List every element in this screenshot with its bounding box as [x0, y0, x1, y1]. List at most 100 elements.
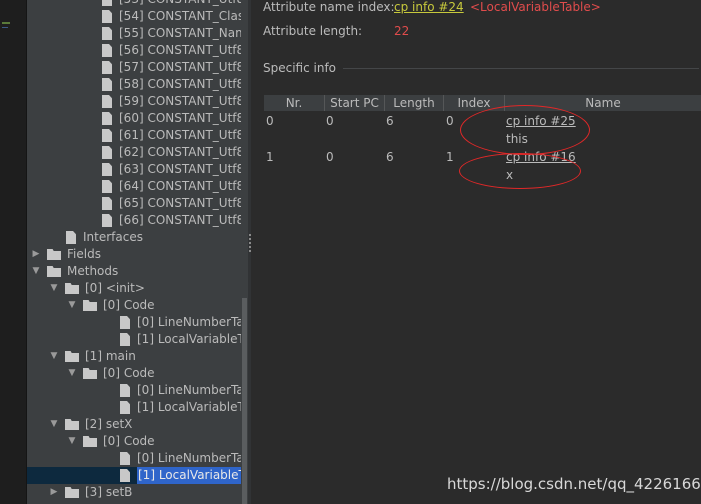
file-icon	[102, 95, 112, 108]
tree-node-label: Interfaces	[83, 230, 143, 244]
tree-node-item[interactable]: [55] CONSTANT_NameAndType_info	[27, 25, 241, 42]
tree-node-folder[interactable]: ▼ [1] main	[27, 348, 241, 365]
tree-node-item[interactable]: [1] LocalVariableTable	[27, 467, 241, 484]
tree-node-item[interactable]: [53] CONSTANT_Utf8_info	[27, 0, 241, 8]
file-icon	[102, 27, 112, 40]
tree-node-label: [0] Code	[103, 434, 155, 448]
tree-node-item[interactable]: [1] LocalVariableTable	[27, 331, 241, 348]
tree-node-item[interactable]: [59] CONSTANT_Utf8_info	[27, 93, 241, 110]
tree-node-label: [60] CONSTANT_Utf8_info	[119, 111, 241, 125]
tree-node-item[interactable]: [57] CONSTANT_Utf8_info	[27, 59, 241, 76]
tree-node-folder[interactable]: ▼ [0] <init>	[27, 280, 241, 297]
triangle-down-icon[interactable]: ▼	[31, 263, 41, 280]
triangle-right-icon[interactable]: ▶	[49, 484, 59, 501]
file-icon	[102, 197, 112, 210]
tree-scrollbar-thumb[interactable]	[242, 298, 247, 504]
folder-icon	[47, 266, 61, 277]
tree-node-label: [63] CONSTANT_Utf8_info	[119, 162, 241, 176]
file-icon	[102, 180, 112, 193]
gutter-marker	[2, 22, 10, 24]
folder-icon	[47, 249, 61, 260]
tree-node-item[interactable]: [64] CONSTANT_Utf8_info	[27, 178, 241, 195]
column-header-nr[interactable]: Nr.	[264, 95, 325, 111]
section-divider	[343, 68, 699, 69]
editor-gutter	[0, 0, 27, 504]
tree-node-folder[interactable]: ▼ [0] Code	[27, 433, 241, 450]
tree-node-label: [66] CONSTANT_Utf8_info	[119, 213, 241, 227]
cell-start-pc: 0	[326, 114, 334, 128]
attribute-name-index-label: Attribute name index:	[263, 0, 395, 14]
tree-node-item[interactable]: [0] LineNumberTable	[27, 314, 241, 331]
specific-info-title: Specific info	[263, 61, 337, 75]
file-icon	[102, 0, 112, 6]
column-header-length[interactable]: Length	[385, 95, 444, 111]
file-icon	[120, 384, 130, 397]
tree-node-item[interactable]: [63] CONSTANT_Utf8_info	[27, 161, 241, 178]
triangle-down-icon[interactable]: ▼	[67, 365, 77, 382]
folder-icon	[65, 487, 79, 498]
folder-icon	[83, 300, 97, 311]
tree-node-item[interactable]: [58] CONSTANT_Utf8_info	[27, 76, 241, 93]
tree-node-item[interactable]: [66] CONSTANT_Utf8_info	[27, 212, 241, 229]
triangle-down-icon[interactable]: ▼	[67, 297, 77, 314]
tree-node-item[interactable]: [0] LineNumberTable	[27, 382, 241, 399]
file-icon	[102, 214, 112, 227]
tree-scrollbar[interactable]	[241, 0, 248, 504]
file-icon	[66, 231, 76, 244]
file-icon	[102, 44, 112, 57]
tree-node-item[interactable]: [1] LocalVariableTable	[27, 399, 241, 416]
tree-node-label: Fields	[67, 247, 101, 261]
tree-node-folder[interactable]: ▼ [0] Code	[27, 297, 241, 314]
gutter-marker	[2, 27, 8, 28]
tree-node-item[interactable]: [54] CONSTANT_Class_info	[27, 8, 241, 25]
file-icon	[120, 452, 130, 465]
file-icon	[102, 129, 112, 142]
triangle-right-icon[interactable]: ▶	[31, 246, 41, 263]
folder-icon	[65, 419, 79, 430]
class-structure-tree: [53] CONSTANT_Utf8_info[54] CONSTANT_Cla…	[27, 0, 241, 504]
tree-node-label: [3] setB	[85, 485, 133, 499]
cell-length: 6	[386, 150, 394, 164]
tree-node-folder[interactable]: ▶ Fields	[27, 246, 241, 263]
tree-node-label: [56] CONSTANT_Utf8_info	[119, 43, 241, 57]
folder-icon	[83, 368, 97, 379]
tree-node-label: [0] Code	[103, 298, 155, 312]
file-icon	[120, 333, 130, 346]
tree-node-item[interactable]: [65] CONSTANT_Utf8_info	[27, 195, 241, 212]
tree-node-folder[interactable]: ▶ [3] setB	[27, 484, 241, 501]
tree-node-label: [59] CONSTANT_Utf8_info	[119, 94, 241, 108]
triangle-down-icon[interactable]: ▼	[49, 348, 59, 365]
tree-node-folder[interactable]: ▼ Methods	[27, 263, 241, 280]
attribute-length-label: Attribute length:	[263, 24, 363, 38]
attribute-detail-panel: Attribute name index: cp info #24 <Local…	[251, 0, 701, 504]
tree-node-item[interactable]: [0] LineNumberTable	[27, 450, 241, 467]
tree-node-label: [0] LineNumberTable	[137, 315, 241, 329]
tree-node-label: [57] CONSTANT_Utf8_info	[119, 60, 241, 74]
tree-node-label: [1] LocalVariableTable	[137, 332, 241, 346]
tree-node-label: [55] CONSTANT_NameAndType_info	[119, 26, 241, 40]
tree-node-label: [0] Code	[103, 366, 155, 380]
tree-node-label: [64] CONSTANT_Utf8_info	[119, 179, 241, 193]
file-icon	[120, 316, 130, 329]
tree-node-item[interactable]: [62] CONSTANT_Utf8_info	[27, 144, 241, 161]
triangle-down-icon[interactable]: ▼	[49, 416, 59, 433]
triangle-down-icon[interactable]: ▼	[67, 433, 77, 450]
tree-node-folder[interactable]: ▼ [0] Code	[27, 365, 241, 382]
watermark-url: https://blog.csdn.net/qq_42261668	[447, 475, 701, 493]
folder-icon	[65, 351, 79, 362]
cell-length: 6	[386, 114, 394, 128]
tree-node-item[interactable]: [60] CONSTANT_Utf8_info	[27, 110, 241, 127]
tree-node-label: [62] CONSTANT_Utf8_info	[119, 145, 241, 159]
attribute-name-index-link[interactable]: cp info #24	[394, 0, 464, 14]
column-header-start-pc[interactable]: Start PC	[325, 95, 385, 111]
file-icon	[102, 146, 112, 159]
tree-node-item[interactable]: [61] CONSTANT_Utf8_info	[27, 127, 241, 144]
triangle-down-icon[interactable]: ▼	[49, 280, 59, 297]
attribute-length-value: 22	[394, 24, 410, 38]
tree-node-label: [2] setX	[85, 417, 133, 431]
attribute-name-value: <LocalVariableTable>	[470, 0, 601, 14]
tree-node-folder[interactable]: ▼ [2] setX	[27, 416, 241, 433]
tree-node-item[interactable]: [56] CONSTANT_Utf8_info	[27, 42, 241, 59]
cell-index: 1	[446, 150, 454, 164]
tree-node-item[interactable]: Interfaces	[27, 229, 241, 246]
